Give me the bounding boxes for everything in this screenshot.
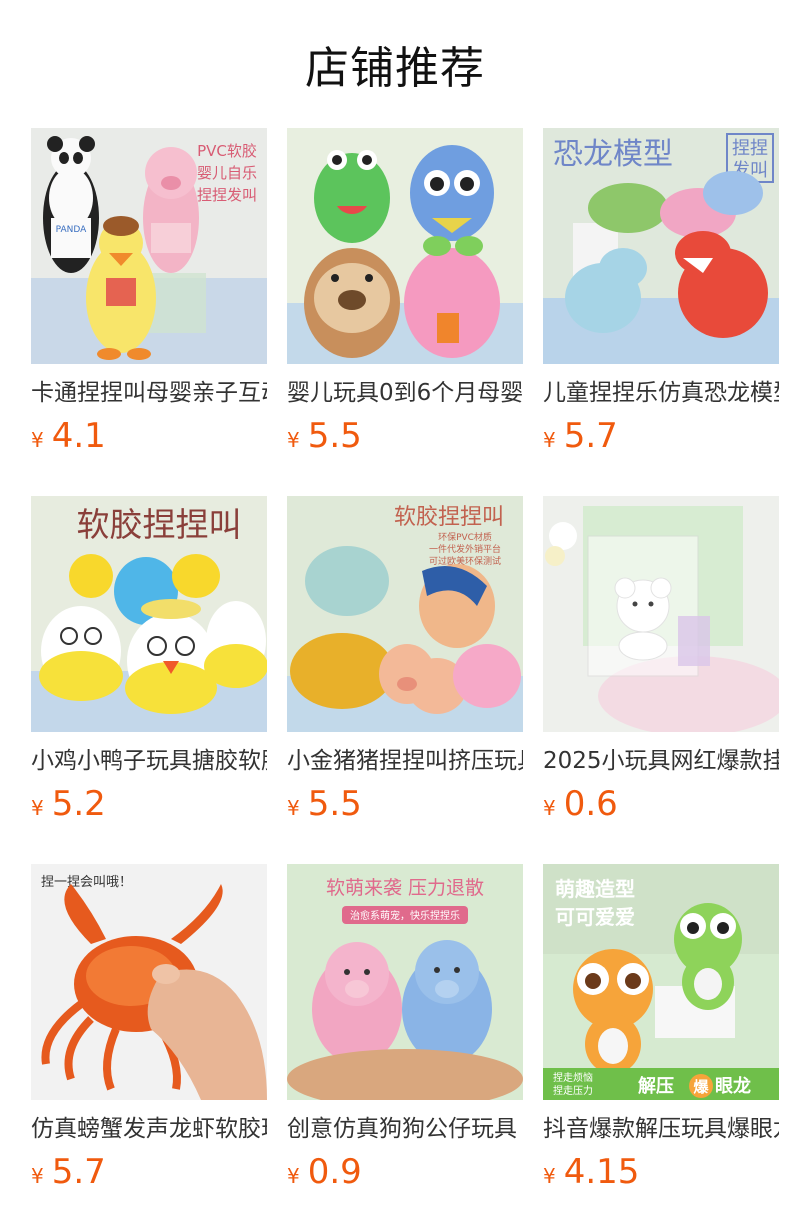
- product-price: ¥ 5.2: [31, 784, 106, 828]
- product-title[interactable]: 儿童捏捏乐仿真恐龙模型: [543, 376, 779, 410]
- currency-symbol: ¥: [287, 796, 300, 820]
- product-image-bear-keychain[interactable]: [543, 496, 779, 732]
- svg-text:环保PVC材质: 环保PVC材质: [438, 531, 492, 543]
- currency-symbol: ¥: [31, 1164, 44, 1188]
- product-image-art: 捏一捏会叫哦！: [31, 864, 267, 1100]
- product-card[interactable]: 捏一捏会叫哦！ 仿真螃蟹发声龙虾软胶玩具 ¥ 5.7: [31, 864, 267, 1204]
- price-amount: 5.5: [307, 416, 362, 456]
- price-amount: 5.7: [51, 1152, 106, 1192]
- product-image-art: 萌趣造型 可可爱爱 捏走烦恼 捏走压力 解压 爆 眼龙: [543, 864, 779, 1100]
- product-card[interactable]: 萌趣造型 可可爱爱 捏走烦恼 捏走压力 解压 爆 眼龙 抖音爆款解压玩具爆眼龙 …: [543, 864, 779, 1204]
- product-price: ¥ 5.5: [287, 416, 362, 460]
- product-price: ¥ 5.7: [31, 1152, 106, 1196]
- product-card[interactable]: 软胶捏捏叫 环保PVC材质 一件代发外销平台 可过欧美环保测试 小金猪猪捏捏叫挤…: [287, 496, 523, 836]
- svg-text:可可爱爱: 可可爱爱: [555, 905, 635, 929]
- svg-text:眼龙: 眼龙: [715, 1075, 751, 1097]
- product-image-plush-dogs[interactable]: 软萌来袭 压力退散 治愈系萌宠，快乐捏捏乐: [287, 864, 523, 1100]
- product-image-dinosaur-models[interactable]: 恐龙模型 捏捏 发叫: [543, 128, 779, 364]
- product-price: ¥ 4.1: [31, 416, 106, 460]
- svg-text:恐龙模型: 恐龙模型: [553, 137, 673, 172]
- product-image-golden-pigs[interactable]: 软胶捏捏叫 环保PVC材质 一件代发外销平台 可过欧美环保测试: [287, 496, 523, 732]
- product-price: ¥ 5.5: [287, 784, 362, 828]
- price-amount: 5.7: [563, 416, 618, 456]
- svg-text:PVC软胶: PVC软胶: [197, 142, 257, 160]
- svg-text:一件代发外销平台: 一件代发外销平台: [429, 543, 501, 555]
- svg-text:捏走压力: 捏走压力: [553, 1084, 593, 1097]
- product-price: ¥ 0.9: [287, 1152, 362, 1196]
- product-card[interactable]: 软萌来袭 压力退散 治愈系萌宠，快乐捏捏乐 创意仿真狗狗公仔玩具 ¥ 0.9: [287, 864, 523, 1204]
- product-title[interactable]: 小金猪猪捏捏叫挤压玩具: [287, 744, 523, 778]
- product-image-baby-squeeze-toys[interactable]: [287, 128, 523, 364]
- svg-text:解压: 解压: [638, 1075, 674, 1097]
- product-title[interactable]: 小鸡小鸭子玩具搪胶软胶: [31, 744, 267, 778]
- product-price: ¥ 4.15: [543, 1152, 639, 1196]
- svg-text:萌趣造型: 萌趣造型: [555, 877, 635, 901]
- product-price: ¥ 0.6: [543, 784, 618, 828]
- price-amount: 5.2: [51, 784, 106, 824]
- svg-text:爆: 爆: [693, 1078, 709, 1096]
- svg-text:软萌来袭 压力退散: 软萌来袭 压力退散: [326, 877, 484, 899]
- price-amount: 0.6: [563, 784, 618, 824]
- svg-text:治愈系萌宠，快乐捏捏乐: 治愈系萌宠，快乐捏捏乐: [350, 909, 460, 922]
- svg-text:PANDA: PANDA: [56, 225, 88, 235]
- product-image-crab-toy[interactable]: 捏一捏会叫哦！: [31, 864, 267, 1100]
- svg-text:捏捏: 捏捏: [732, 138, 768, 159]
- product-image-art: 软胶捏捏叫: [31, 496, 267, 732]
- product-image-eye-pop-dragon[interactable]: 萌趣造型 可可爱爱 捏走烦恼 捏走压力 解压 爆 眼龙: [543, 864, 779, 1100]
- product-image-art: [543, 496, 779, 732]
- svg-text:婴儿自乐: 婴儿自乐: [197, 164, 257, 182]
- currency-symbol: ¥: [543, 1164, 556, 1188]
- product-title[interactable]: 婴儿玩具0到6个月母婴: [287, 376, 523, 410]
- product-title[interactable]: 抖音爆款解压玩具爆眼龙: [543, 1112, 779, 1146]
- product-card[interactable]: PANDA PVC软胶 婴儿自乐 捏捏发叫 卡通捏捏叫母婴亲子互动 ¥ 4.1: [31, 128, 267, 468]
- currency-symbol: ¥: [287, 428, 300, 452]
- product-image-art: PANDA PVC软胶 婴儿自乐 捏捏发叫: [31, 128, 267, 364]
- product-card[interactable]: 婴儿玩具0到6个月母婴 ¥ 5.5: [287, 128, 523, 468]
- svg-text:软胶捏捏叫: 软胶捏捏叫: [77, 505, 242, 544]
- product-title[interactable]: 仿真螃蟹发声龙虾软胶玩具: [31, 1112, 267, 1146]
- svg-text:软胶捏捏叫: 软胶捏捏叫: [394, 505, 504, 530]
- svg-text:捏一捏会叫哦！: 捏一捏会叫哦！: [41, 875, 132, 890]
- svg-text:捏走烦恼: 捏走烦恼: [553, 1071, 593, 1084]
- price-amount: 4.15: [563, 1152, 640, 1192]
- product-image-art: [287, 128, 523, 364]
- product-image-art: 软萌来袭 压力退散 治愈系萌宠，快乐捏捏乐: [287, 864, 523, 1100]
- currency-symbol: ¥: [287, 1164, 300, 1188]
- price-amount: 0.9: [307, 1152, 362, 1192]
- product-price: ¥ 5.7: [543, 416, 618, 460]
- product-image-art: 软胶捏捏叫 环保PVC材质 一件代发外销平台 可过欧美环保测试: [287, 496, 523, 732]
- currency-symbol: ¥: [543, 796, 556, 820]
- price-amount: 5.5: [307, 784, 362, 824]
- product-image-chicks-ducks[interactable]: 软胶捏捏叫: [31, 496, 267, 732]
- currency-symbol: ¥: [543, 428, 556, 452]
- product-title[interactable]: 卡通捏捏叫母婴亲子互动: [31, 376, 267, 410]
- product-title[interactable]: 2025小玩具网红爆款挂件: [543, 744, 779, 778]
- product-image-art: 恐龙模型 捏捏 发叫: [543, 128, 779, 364]
- product-title[interactable]: 创意仿真狗狗公仔玩具: [287, 1112, 523, 1146]
- product-card[interactable]: 2025小玩具网红爆款挂件 ¥ 0.6: [543, 496, 779, 836]
- product-card[interactable]: 软胶捏捏叫 小鸡小鸭子玩具搪胶软胶 ¥ 5.2: [31, 496, 267, 836]
- currency-symbol: ¥: [31, 428, 44, 452]
- product-image-panda-chicken-squeeze[interactable]: PANDA PVC软胶 婴儿自乐 捏捏发叫: [31, 128, 267, 364]
- product-card[interactable]: 恐龙模型 捏捏 发叫 儿童捏捏乐仿真恐龙模型 ¥ 5.7: [543, 128, 779, 468]
- section-title: 店铺推荐: [305, 43, 485, 94]
- price-amount: 4.1: [51, 416, 106, 456]
- svg-text:捏捏发叫: 捏捏发叫: [197, 186, 257, 204]
- currency-symbol: ¥: [31, 796, 44, 820]
